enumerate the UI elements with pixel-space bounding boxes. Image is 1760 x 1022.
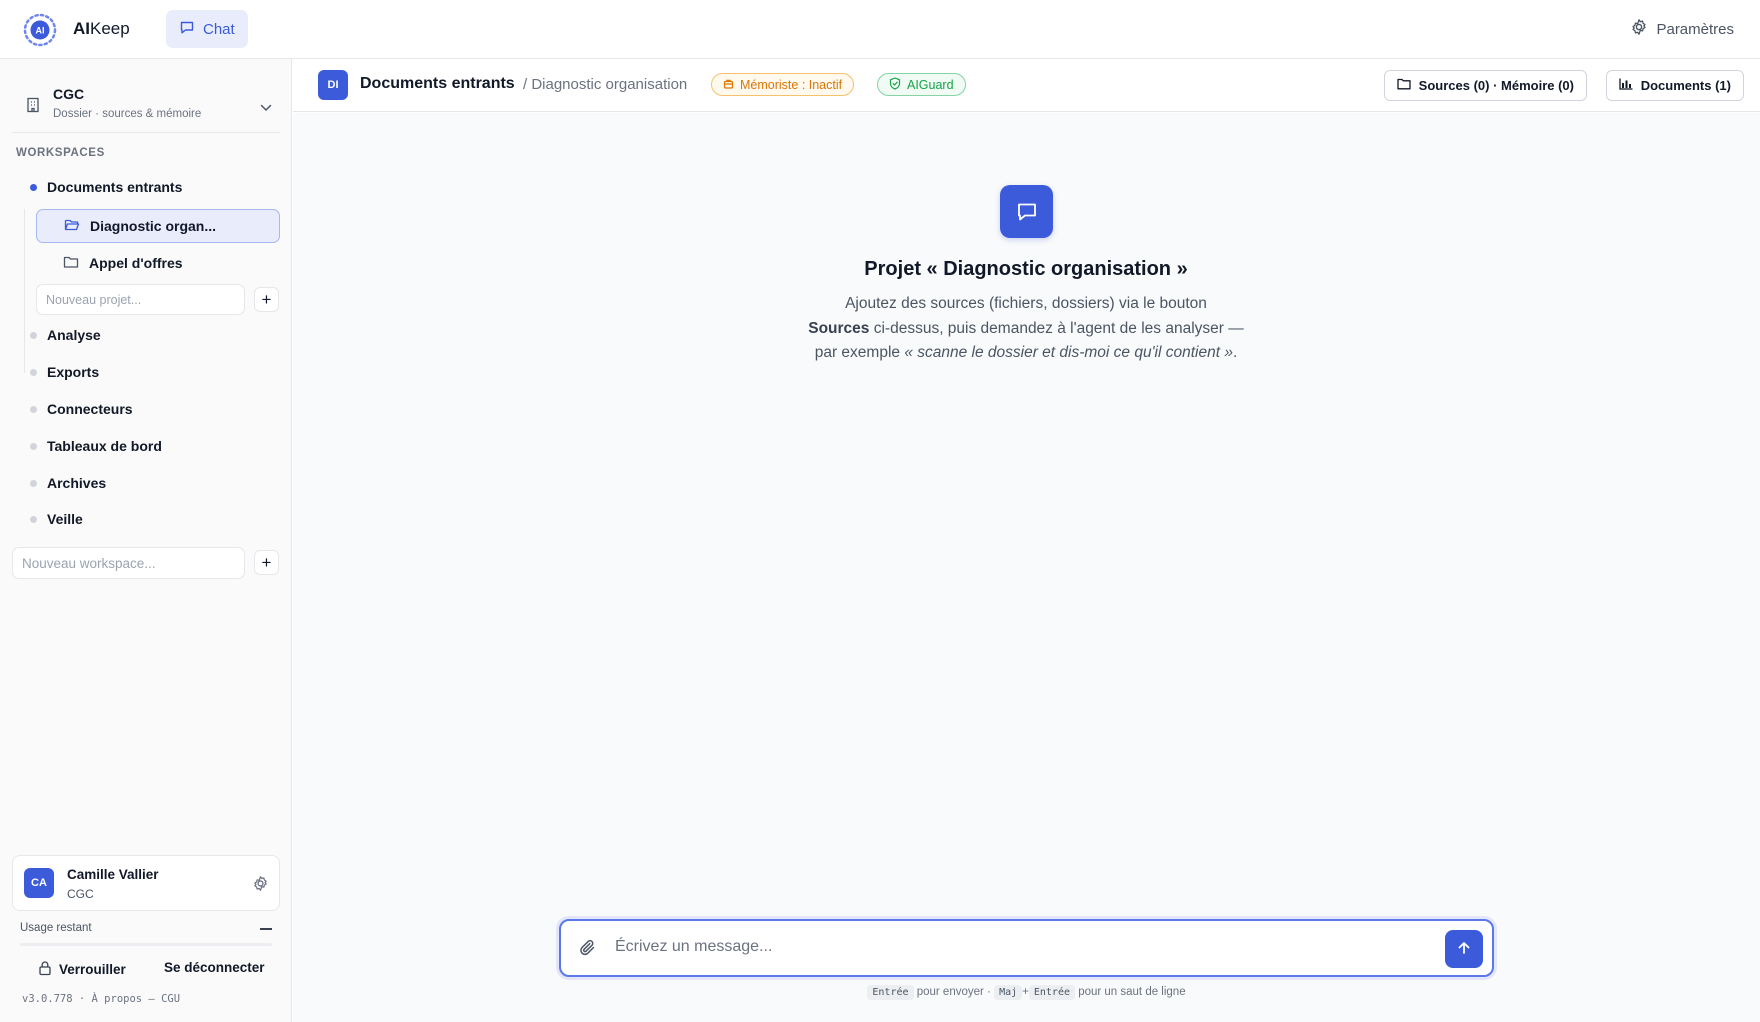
workspace-item[interactable]: Connecteurs bbox=[30, 395, 133, 423]
chat-bubble-icon bbox=[179, 19, 195, 39]
dot-icon bbox=[30, 405, 37, 413]
hint-text: pour envoyer · bbox=[916, 986, 991, 998]
section-label-workspaces: WORKSPACES bbox=[16, 147, 105, 159]
breadcrumb: / Diagnostic organisation bbox=[523, 76, 688, 93]
workspace-label: Analyse bbox=[47, 327, 101, 343]
dot-icon bbox=[30, 331, 37, 339]
new-project-input[interactable]: Nouveau projet... bbox=[36, 284, 245, 315]
brand-name: AIKeep bbox=[73, 19, 130, 38]
empty-state-description: Ajoutez des sources (fichiers, dossiers)… bbox=[808, 295, 1244, 361]
tab-chat-label: Chat bbox=[203, 20, 235, 38]
project-item-selected[interactable]: Diagnostic organ... bbox=[36, 209, 280, 243]
dot-icon bbox=[30, 442, 37, 450]
workspace-item[interactable]: Veille bbox=[30, 505, 83, 533]
dot-icon bbox=[30, 515, 37, 523]
chevron-down-icon bbox=[260, 99, 272, 115]
workspace-label: Exports bbox=[47, 364, 100, 380]
hint-plus: + bbox=[1022, 986, 1029, 998]
user-org: CGC bbox=[67, 887, 94, 901]
app-logo[interactable]: AI bbox=[22, 12, 58, 48]
project-badge: DI bbox=[318, 70, 348, 100]
kbd-key: Maj bbox=[994, 985, 1023, 1000]
logout-button[interactable]: Se déconnecter bbox=[164, 960, 265, 975]
workspace-item[interactable]: Archives bbox=[30, 469, 106, 497]
bar-chart-icon bbox=[1619, 78, 1633, 93]
folder-icon bbox=[63, 255, 79, 272]
send-button[interactable] bbox=[1445, 930, 1483, 968]
aiguard-label: AIGuard bbox=[907, 77, 954, 92]
svg-text:AI: AI bbox=[36, 26, 45, 36]
memorist-status-label: Mémoriste : Inactif bbox=[740, 77, 843, 92]
gear-icon bbox=[1630, 18, 1648, 40]
workspace-label: Connecteurs bbox=[47, 401, 133, 417]
user-name: Camille Vallier bbox=[67, 867, 159, 882]
workspace-label: Documents entrants bbox=[47, 179, 183, 195]
project-label: Diagnostic organ... bbox=[90, 218, 217, 234]
user-card[interactable]: CA Camille Vallier CGC bbox=[12, 855, 280, 911]
project-item[interactable]: Appel d'offres bbox=[36, 246, 280, 280]
settings-label: Paramètres bbox=[1656, 20, 1734, 38]
chat-bubble-icon bbox=[1000, 185, 1053, 238]
workspace-item[interactable]: Analyse bbox=[30, 321, 101, 349]
settings-button[interactable]: Paramètres bbox=[1630, 18, 1734, 40]
keyboard-hint: Entrée pour envoyer · Maj + Entrée pour un… bbox=[559, 985, 1494, 1000]
add-workspace-button[interactable]: + bbox=[254, 550, 279, 575]
gear-icon[interactable] bbox=[252, 875, 269, 895]
workspace-label: Archives bbox=[47, 475, 107, 491]
lock-label: Verrouiller bbox=[59, 962, 126, 977]
tree-line bbox=[24, 209, 25, 373]
lock-button[interactable]: Verrouiller bbox=[38, 960, 126, 979]
dot-icon bbox=[30, 479, 37, 487]
folder-icon bbox=[1397, 78, 1411, 93]
usage-bar bbox=[20, 943, 272, 946]
bag-icon bbox=[723, 78, 734, 92]
divider bbox=[12, 132, 280, 133]
org-subtitle: Dossier · sources & mémoire bbox=[53, 108, 202, 120]
dot-icon bbox=[30, 368, 37, 376]
new-workspace-input[interactable]: Nouveau workspace... bbox=[12, 547, 245, 579]
project-label: Appel d'offres bbox=[89, 255, 183, 271]
message-composer[interactable]: Écrivez un message... bbox=[559, 919, 1494, 977]
paperclip-icon[interactable] bbox=[578, 938, 598, 961]
hint-text: pour un saut de ligne bbox=[1078, 986, 1186, 998]
kbd-key: Entrée bbox=[1028, 985, 1075, 1000]
aiguard-badge[interactable]: AIGuard bbox=[877, 73, 966, 96]
tab-chat[interactable]: Chat bbox=[166, 10, 248, 48]
chat-area: Projet « Diagnostic organisation » Ajout… bbox=[293, 113, 1760, 1022]
sidebar: CGC Dossier · sources & mémoire WORKSPAC… bbox=[0, 59, 292, 1022]
top-bar: AI AIKeep Chat Paramètres bbox=[0, 0, 1760, 59]
active-dot-icon bbox=[30, 183, 37, 191]
version-info: v3.0.778 · À propos — CGU bbox=[22, 993, 181, 1005]
sources-button-label: Sources (0) · Mémoire (0) bbox=[1418, 78, 1574, 93]
org-switcher[interactable]: CGC Dossier · sources & mémoire bbox=[12, 71, 280, 133]
avatar: CA bbox=[24, 868, 54, 898]
workspace-label: Tableaux de bord bbox=[47, 438, 162, 454]
empty-state-title: Projet « Diagnostic organisation » bbox=[864, 258, 1188, 280]
building-icon bbox=[26, 97, 40, 116]
workspace-header: DI Documents entrants / Diagnostic organ… bbox=[293, 59, 1760, 112]
plus-icon: + bbox=[261, 289, 272, 309]
documents-button[interactable]: Documents (1) bbox=[1605, 70, 1744, 101]
kbd-key: Entrée bbox=[867, 985, 914, 1000]
page-title: Documents entrants bbox=[360, 75, 515, 92]
arrow-up-icon bbox=[1456, 940, 1472, 959]
folder-open-icon bbox=[64, 218, 80, 235]
add-project-button[interactable]: + bbox=[254, 287, 279, 312]
documents-button-label: Documents (1) bbox=[1640, 78, 1731, 93]
shield-check-icon bbox=[889, 76, 901, 93]
sources-button[interactable]: Sources (0) · Mémoire (0) bbox=[1383, 70, 1587, 101]
memorist-status-badge[interactable]: Mémoriste : Inactif bbox=[711, 73, 855, 96]
workspace-label: Veille bbox=[47, 511, 83, 527]
workspace-item[interactable]: Exports bbox=[30, 358, 99, 386]
org-name: CGC bbox=[53, 86, 85, 102]
message-input[interactable]: Écrivez un message... bbox=[615, 938, 772, 956]
usage-label: Usage restant bbox=[20, 922, 92, 934]
plus-icon: + bbox=[261, 552, 272, 572]
lock-icon bbox=[38, 960, 52, 979]
workspace-item[interactable]: Tableaux de bord bbox=[30, 432, 162, 460]
workspace-item-active[interactable]: Documents entrants bbox=[30, 173, 182, 201]
collapse-icon[interactable] bbox=[260, 928, 272, 930]
